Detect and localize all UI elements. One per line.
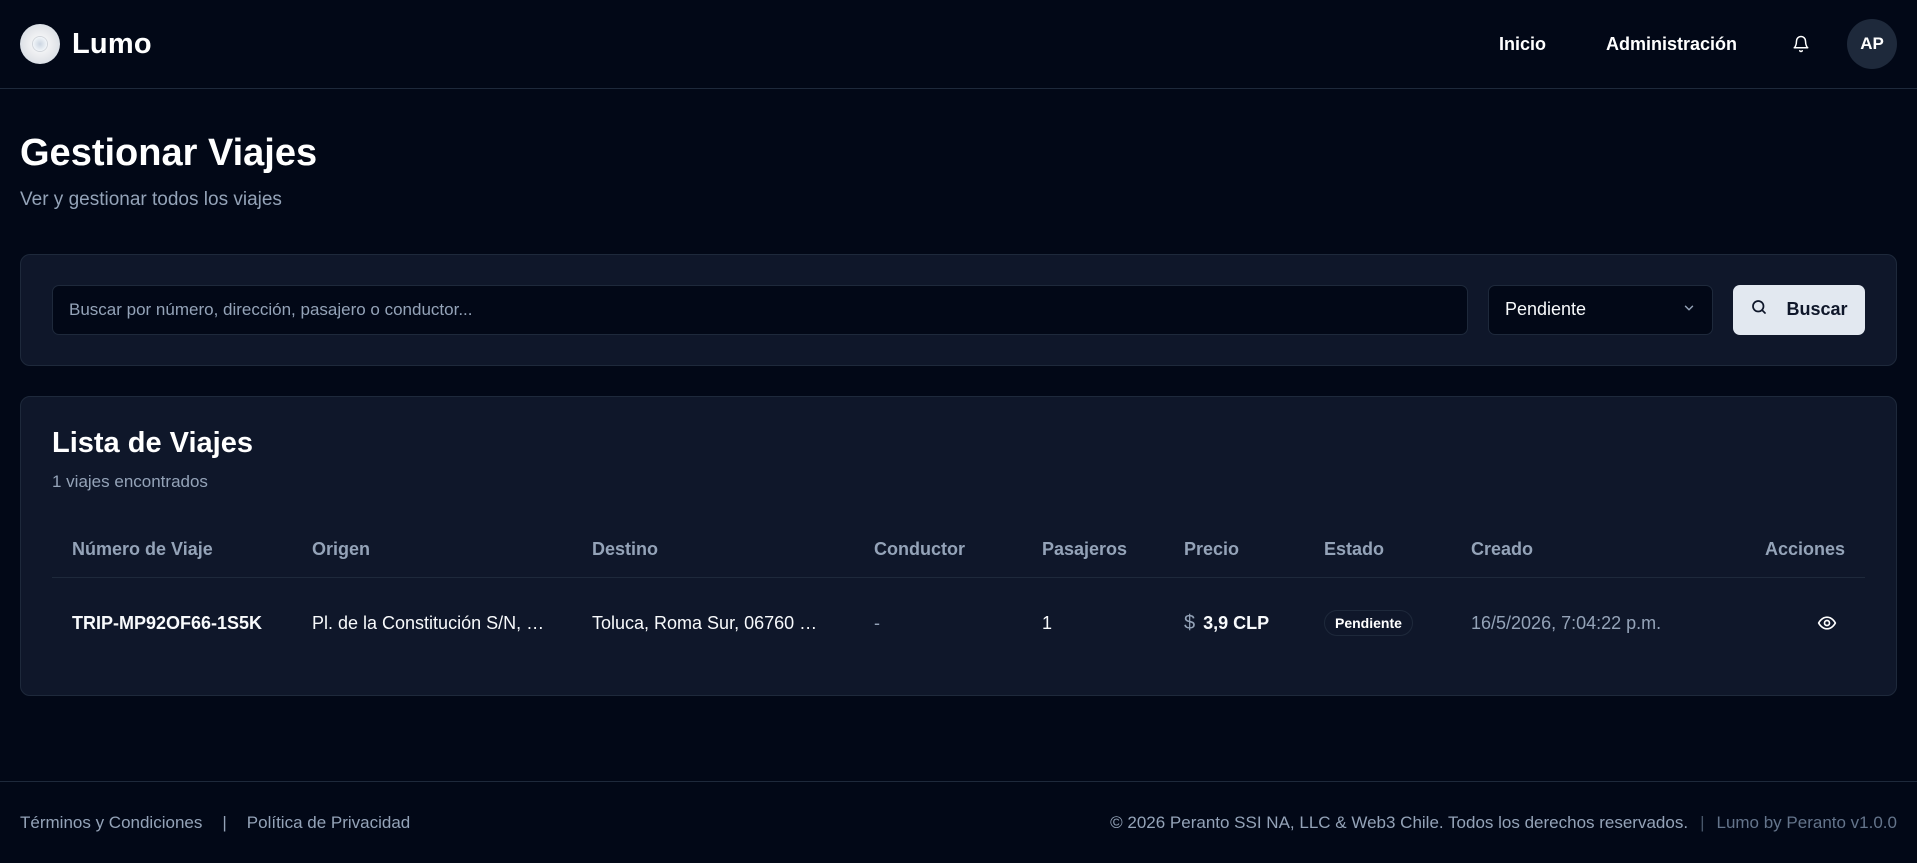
status-badge: Pendiente <box>1324 610 1413 637</box>
page: Lumo Inicio Administración AP Gestionar … <box>0 0 1917 863</box>
trip-number-cell: TRIP-MP92OF66-1S5K <box>72 612 263 633</box>
status-cell: Pendiente <box>1304 578 1451 668</box>
footer-separator-right: | <box>1700 812 1705 832</box>
footer-separator: | <box>222 812 227 832</box>
table-header-row: Número de Viaje Origen Destino Conductor… <box>52 521 1865 579</box>
privacy-link[interactable]: Política de Privacidad <box>247 813 410 833</box>
results-count: 1 viajes encontrados <box>52 471 208 491</box>
brand-home-link[interactable]: Lumo <box>20 24 152 64</box>
user-avatar[interactable]: AP <box>1847 19 1897 69</box>
origin-cell: Pl. de la Constitución S/N, Ce... <box>292 578 572 668</box>
trips-table: Número de Viaje Origen Destino Conductor… <box>52 521 1865 668</box>
table-row[interactable]: TRIP-MP92OF66-1S5K Pl. de la Constitució… <box>52 578 1865 668</box>
terms-link[interactable]: Términos y Condiciones <box>20 813 202 833</box>
list-title: Lista de Viajes <box>52 426 253 459</box>
actions-cell <box>1723 578 1865 668</box>
col-created: Creado <box>1451 521 1724 579</box>
main-nav: Inicio Administración AP <box>1499 19 1897 69</box>
brand-name: Lumo <box>72 27 152 60</box>
dollar-icon: $ <box>1184 611 1196 634</box>
col-actions: Acciones <box>1723 521 1865 579</box>
search-icon <box>1750 298 1768 321</box>
chevron-down-icon <box>1682 299 1696 320</box>
col-driver: Conductor <box>854 521 1022 579</box>
search-button-label: Buscar <box>1786 299 1848 320</box>
search-filter-card: Pendiente Buscar <box>20 253 1897 366</box>
price-value: 3,9 CLP <box>1203 612 1270 633</box>
col-status: Estado <box>1304 521 1451 579</box>
driver-cell: - <box>874 612 880 633</box>
search-input[interactable] <box>52 284 1468 335</box>
nav-link-inicio[interactable]: Inicio <box>1499 34 1546 55</box>
nav-link-administracion[interactable]: Administración <box>1606 34 1737 55</box>
col-price: Precio <box>1164 521 1304 579</box>
created-cell: 16/5/2026, 7:04:22 p.m. <box>1471 612 1662 633</box>
status-select[interactable]: Pendiente <box>1488 284 1713 335</box>
version-text: Lumo by Peranto v1.0.0 <box>1716 812 1897 832</box>
footer: Términos y Condiciones | Política de Pri… <box>0 781 1917 863</box>
col-passengers: Pasajeros <box>1022 521 1164 579</box>
trips-list-card: Lista de Viajes 1 viajes encontrados Núm… <box>20 395 1897 696</box>
col-destination: Destino <box>572 521 854 579</box>
search-button[interactable]: Buscar <box>1733 284 1865 335</box>
page-title: Gestionar Viajes <box>20 132 318 174</box>
copyright-text: © 2026 Peranto SSI NA, LLC & Web3 Chile.… <box>1110 812 1689 832</box>
bell-icon[interactable] <box>1789 32 1813 56</box>
eye-icon[interactable] <box>1809 605 1845 641</box>
col-origin: Origen <box>292 521 572 579</box>
col-trip-number: Número de Viaje <box>52 521 292 579</box>
destination-cell: Toluca, Roma Sur, 06760 Ciud... <box>572 578 854 668</box>
destination-text: Toluca, Roma Sur, 06760 Ciud... <box>592 612 830 633</box>
origin-text: Pl. de la Constitución S/N, Ce... <box>312 612 550 633</box>
page-header: Gestionar Viajes Ver y gestionar todos l… <box>0 89 1917 211</box>
price-cell: $ 3,9 CLP <box>1164 578 1304 668</box>
passengers-cell: 1 <box>1042 612 1053 633</box>
lumo-logo-icon <box>20 24 60 64</box>
page-subtitle: Ver y gestionar todos los viajes <box>20 188 282 210</box>
status-select-value: Pendiente <box>1505 299 1587 320</box>
top-navbar: Lumo Inicio Administración AP <box>0 0 1917 89</box>
